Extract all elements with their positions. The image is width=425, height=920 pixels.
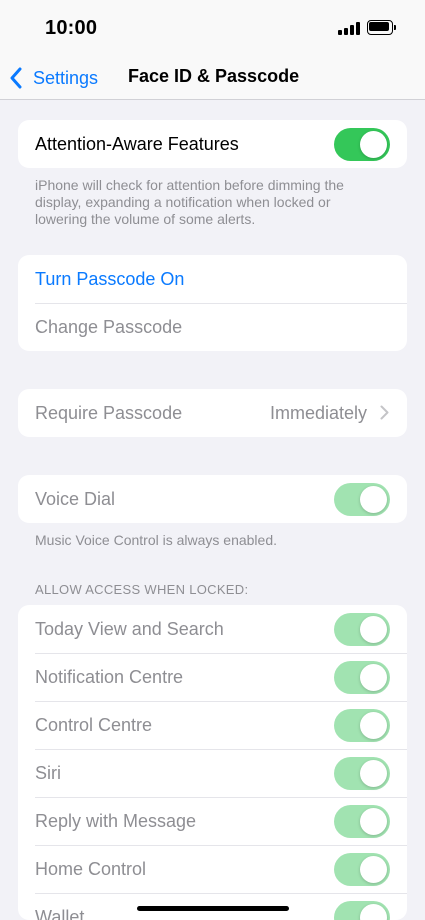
- passcode-group: Turn Passcode On Change Passcode: [18, 255, 407, 351]
- notification-centre-toggle: [334, 661, 390, 694]
- require-passcode-row: Require Passcode Immediately: [18, 389, 407, 437]
- attention-aware-toggle[interactable]: [334, 128, 390, 161]
- chevron-right-icon: [380, 405, 389, 420]
- back-button[interactable]: Settings: [9, 64, 98, 92]
- home-indicator: [137, 906, 289, 911]
- list-item: Control Centre: [18, 701, 407, 749]
- list-item: Today View and Search: [18, 605, 407, 653]
- locked-access-group: Today View and Search Notification Centr…: [18, 605, 407, 920]
- require-passcode-group: Require Passcode Immediately: [18, 389, 407, 437]
- list-item: Siri: [18, 749, 407, 797]
- back-button-label: Settings: [33, 67, 99, 88]
- attention-aware-row: Attention-Aware Features: [18, 120, 407, 168]
- battery-icon: [367, 20, 397, 35]
- chevron-left-icon: [10, 67, 22, 89]
- change-passcode-label: Change Passcode: [35, 316, 183, 337]
- attention-group: Attention-Aware Features: [18, 120, 407, 168]
- list-item: Notification Centre: [18, 653, 407, 701]
- wallet-toggle: [334, 901, 390, 920]
- reply-with-message-toggle: [334, 805, 390, 838]
- change-passcode-row: Change Passcode: [18, 303, 407, 351]
- voice-dial-toggle: [334, 483, 390, 516]
- status-time: 10:00: [45, 17, 98, 39]
- voice-dial-footer: Music Voice Control is always enabled.: [35, 532, 278, 548]
- status-bar: 10:00: [0, 0, 425, 56]
- locked-access-header: ALLOW ACCESS WHEN LOCKED:: [35, 582, 249, 597]
- home-control-toggle: [334, 853, 390, 886]
- page-title: Face ID & Passcode: [128, 66, 300, 86]
- list-item: Reply with Message: [18, 797, 407, 845]
- voice-dial-row: Voice Dial: [18, 475, 407, 523]
- control-centre-toggle: [334, 709, 390, 742]
- attention-footer: iPhone will check for attention before d…: [35, 177, 344, 227]
- voice-dial-group: Voice Dial: [18, 475, 407, 523]
- turn-passcode-on-button[interactable]: Turn Passcode On: [18, 255, 407, 303]
- cellular-signal-icon: [338, 22, 362, 35]
- turn-passcode-on-label: Turn Passcode On: [35, 268, 185, 289]
- navigation-bar: Settings Face ID & Passcode: [0, 56, 425, 100]
- siri-toggle: [334, 757, 390, 790]
- today-view-toggle: [334, 613, 390, 646]
- list-item: Home Control: [18, 845, 407, 893]
- require-passcode-value: Immediately: [269, 402, 367, 423]
